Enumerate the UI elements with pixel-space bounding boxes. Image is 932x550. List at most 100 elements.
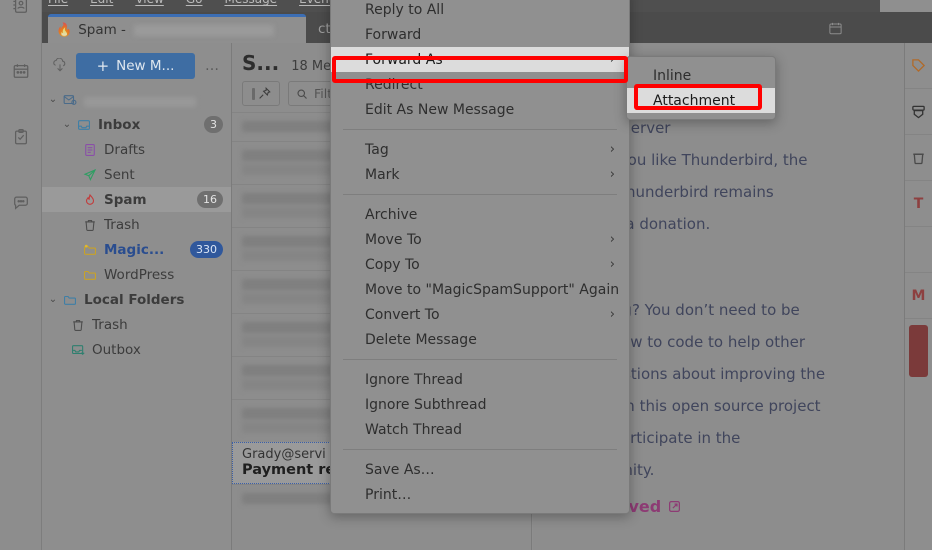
folder-pane-more-button[interactable]: … bbox=[201, 58, 223, 74]
folder-row-spam[interactable]: Spam 16 bbox=[42, 187, 231, 212]
folder-row-wordpress[interactable]: WordPress bbox=[42, 262, 231, 287]
chevron-right-icon: › bbox=[609, 52, 615, 67]
twisty-icon[interactable]: ⌄ bbox=[46, 94, 60, 105]
menu-item-save-as[interactable]: Save As… bbox=[331, 457, 629, 482]
local-folders-icon bbox=[60, 293, 80, 307]
tab-spam[interactable]: 🔥 Spam - bbox=[48, 14, 306, 43]
menu-item-redirect[interactable]: Redirect bbox=[331, 72, 629, 97]
folder-row-trash[interactable]: Trash bbox=[42, 212, 231, 237]
folder-row-sent[interactable]: Sent bbox=[42, 162, 231, 187]
menu-separator bbox=[343, 129, 617, 130]
menu-separator bbox=[343, 449, 617, 450]
folder-label-local-folders: Local Folders bbox=[84, 291, 185, 308]
folder-label-drafts: Drafts bbox=[104, 141, 146, 158]
forward-as-submenu: Inline Attachment bbox=[626, 56, 776, 120]
right-rail: T M bbox=[904, 43, 932, 550]
folder-icon bbox=[80, 268, 100, 282]
chevron-right-icon: › bbox=[609, 307, 615, 322]
new-message-label: New M... bbox=[116, 58, 175, 74]
menu-view[interactable]: View bbox=[135, 0, 163, 5]
menu-item-convert-to[interactable]: Convert To › bbox=[331, 302, 629, 327]
menu-item-tag[interactable]: Tag › bbox=[331, 137, 629, 162]
folder-row-drafts[interactable]: Drafts bbox=[42, 137, 231, 162]
chevron-right-icon: › bbox=[609, 257, 615, 272]
menu-item-ignore-thread[interactable]: Ignore Thread bbox=[331, 367, 629, 392]
tasks-icon[interactable] bbox=[6, 122, 36, 152]
menu-item-mark[interactable]: Mark › bbox=[331, 162, 629, 187]
menu-file[interactable]: File bbox=[48, 0, 68, 5]
folder-row-local-trash[interactable]: Trash bbox=[42, 312, 231, 337]
menu-message[interactable]: Message bbox=[224, 0, 277, 5]
calendar-icon[interactable] bbox=[824, 17, 846, 39]
folder-label-spam: Spam bbox=[104, 191, 147, 208]
tag-icon[interactable] bbox=[905, 43, 932, 89]
menu-item-label: Move To bbox=[365, 231, 422, 248]
menu-item-watch-thread[interactable]: Watch Thread bbox=[331, 417, 629, 442]
plus-icon: + bbox=[96, 57, 110, 75]
account-icon bbox=[60, 93, 80, 107]
menu-item-forward-as[interactable]: Forward As › bbox=[331, 47, 629, 72]
red-block bbox=[909, 325, 928, 377]
chevron-right-icon: › bbox=[609, 142, 615, 157]
text-icon[interactable]: T bbox=[905, 181, 932, 227]
menu-item-ignore-subthread[interactable]: Ignore Subthread bbox=[331, 392, 629, 417]
folder-row-magicspam[interactable]: Magic... 330 bbox=[42, 237, 231, 262]
twisty-icon[interactable]: ⌄ bbox=[60, 119, 74, 130]
menu-item-label: Mark bbox=[365, 166, 400, 183]
folder-row-local-folders[interactable]: ⌄ Local Folders bbox=[42, 287, 231, 312]
menu-item-move-to[interactable]: Move To › bbox=[331, 227, 629, 252]
thread-pin-icon[interactable] bbox=[242, 81, 280, 106]
get-messages-icon[interactable] bbox=[50, 56, 70, 76]
address-book-icon[interactable] bbox=[6, 0, 36, 20]
menu-item-move-to-again[interactable]: Move to "MagicSpamSupport" Again bbox=[331, 277, 629, 302]
chat-icon[interactable] bbox=[6, 188, 36, 218]
menu-separator bbox=[343, 194, 617, 195]
folder-label-outbox: Outbox bbox=[92, 341, 141, 358]
menu-item-label: Print… bbox=[365, 486, 412, 503]
menu-item-reply-to-all[interactable]: Reply to All bbox=[331, 0, 629, 22]
left-icon-rail bbox=[0, 0, 42, 550]
menu-item-delete-message[interactable]: Delete Message bbox=[331, 327, 629, 352]
menu-item-label: Convert To bbox=[365, 306, 440, 323]
folder-row-outbox[interactable]: Outbox bbox=[42, 337, 231, 362]
twisty-icon[interactable]: ⌄ bbox=[46, 294, 60, 305]
folder-row-inbox[interactable]: ⌄ Inbox 3 bbox=[42, 112, 231, 137]
menu-item-copy-to[interactable]: Copy To › bbox=[331, 252, 629, 277]
menu-item-label: Ignore Subthread bbox=[365, 396, 487, 413]
folder-row-account[interactable]: ⌄ bbox=[42, 87, 231, 112]
menu-item-edit-as-new-message[interactable]: Edit As New Message bbox=[331, 97, 629, 122]
folder-label-wordpress: WordPress bbox=[104, 266, 175, 283]
menu-item-print[interactable]: Print… bbox=[331, 482, 629, 507]
trash-icon bbox=[68, 318, 88, 332]
menu-item-label: Delete Message bbox=[365, 331, 477, 348]
unread-badge: 330 bbox=[190, 241, 223, 258]
menu-item-archive[interactable]: Archive bbox=[331, 202, 629, 227]
trash-icon[interactable] bbox=[905, 135, 932, 181]
menu-go[interactable]: Go bbox=[186, 0, 203, 5]
folder-label-local-trash: Trash bbox=[92, 316, 128, 333]
submenu-item-attachment[interactable]: Attachment bbox=[627, 88, 775, 113]
menu-item-label: Ignore Thread bbox=[365, 371, 463, 388]
menu-item-label: Forward bbox=[365, 26, 422, 43]
outbox-icon bbox=[68, 343, 88, 357]
context-menu: Reply to All Forward Forward As › Redire… bbox=[330, 0, 630, 514]
calendar-icon[interactable] bbox=[6, 56, 36, 86]
menu-item-label: Archive bbox=[365, 206, 418, 223]
inbox-icon bbox=[74, 118, 94, 132]
more-icon[interactable]: M bbox=[905, 273, 932, 319]
menu-item-label: Watch Thread bbox=[365, 421, 462, 438]
thunderbird-window: File Edit View Go Message Events 🔥 Spam … bbox=[0, 0, 932, 550]
archive-icon[interactable] bbox=[905, 89, 932, 135]
menu-item-label: Copy To bbox=[365, 256, 420, 273]
search-icon bbox=[297, 88, 307, 99]
menu-item-label: Redirect bbox=[365, 76, 423, 93]
divider bbox=[251, 87, 255, 100]
menu-item-label: Save As… bbox=[365, 461, 435, 478]
submenu-item-inline[interactable]: Inline bbox=[627, 63, 775, 88]
menu-item-forward[interactable]: Forward bbox=[331, 22, 629, 47]
folder-tree: ⌄ ⌄ Inbox 3 Drafts Sent Spam 16 Trash Ma… bbox=[42, 87, 231, 362]
new-message-button[interactable]: + New M... bbox=[76, 53, 195, 79]
tab-account-redacted bbox=[133, 24, 274, 36]
external-link-icon bbox=[669, 501, 681, 512]
menu-edit[interactable]: Edit bbox=[90, 0, 113, 5]
